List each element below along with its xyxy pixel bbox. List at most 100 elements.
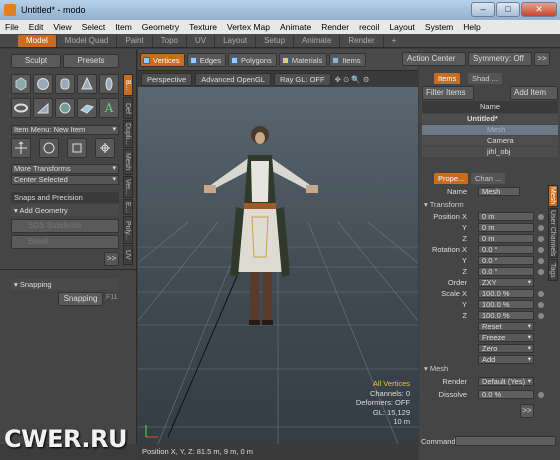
vtab-basic[interactable]: B... xyxy=(123,74,133,96)
expand-toolbox-button[interactable]: >> xyxy=(104,252,119,266)
position-y-keyframe-dot[interactable] xyxy=(538,225,544,231)
snaps-precision-header[interactable]: Snaps and Precision xyxy=(11,192,119,203)
menu-vertex-map[interactable]: Vertex Map xyxy=(222,22,275,32)
snapping-section-header[interactable]: ▾ Snapping xyxy=(11,279,119,290)
center-selected-dropdown[interactable]: Center Selected xyxy=(11,175,119,185)
tab-channels[interactable]: Chan ... xyxy=(471,173,506,184)
sphere-primitive-icon[interactable] xyxy=(33,74,53,94)
menu-select[interactable]: Select xyxy=(77,22,111,32)
edges-mode-button[interactable]: Edges xyxy=(186,52,226,67)
menu-texture[interactable]: Texture xyxy=(184,22,222,32)
scale-y-keyframe-dot[interactable] xyxy=(538,302,544,308)
scale-x-keyframe-dot[interactable] xyxy=(538,291,544,297)
text-primitive-icon[interactable]: A xyxy=(99,98,119,118)
position-x-field[interactable]: 0 m xyxy=(478,212,534,221)
cylinder-primitive-icon[interactable] xyxy=(55,74,75,94)
item-row-mesh[interactable]: Mesh xyxy=(422,125,558,135)
item-row-object[interactable]: jihl_obj xyxy=(422,147,558,157)
maximize-button[interactable]: □ xyxy=(496,2,520,17)
tab-properties[interactable]: Prope... xyxy=(434,173,469,184)
dissolve-keyframe-dot[interactable] xyxy=(538,392,544,398)
item-name-field[interactable]: Mesh xyxy=(478,187,520,196)
position-y-field[interactable]: 0 m xyxy=(478,223,534,232)
scale-z-field[interactable]: 100.0 % xyxy=(478,311,534,320)
polygons-mode-button[interactable]: Polygons xyxy=(227,52,277,67)
reset-button[interactable]: Reset xyxy=(478,322,534,331)
vtab-deform[interactable]: Def xyxy=(123,97,133,119)
expand-top-button[interactable]: >> xyxy=(534,52,550,66)
action-center-dropdown[interactable]: Action Center xyxy=(402,52,466,66)
tab-uv[interactable]: UV xyxy=(187,34,216,47)
items-mode-button[interactable]: Items xyxy=(329,52,366,67)
viewport-nav-icons[interactable]: ✥ ⊙ 🔍 ⚙ xyxy=(335,75,370,84)
menu-geometry[interactable]: Geometry xyxy=(137,22,184,32)
add-item-dropdown[interactable]: Add Item xyxy=(510,86,558,100)
rotation-x-keyframe-dot[interactable] xyxy=(538,247,544,253)
rotation-order-dropdown[interactable]: ZXY xyxy=(478,278,534,287)
torus-primitive-icon[interactable] xyxy=(11,98,31,118)
character-model[interactable] xyxy=(204,126,318,325)
tab-animate[interactable]: Animate xyxy=(294,34,341,47)
freeze-button[interactable]: Freeze xyxy=(478,333,534,342)
vtab-uv[interactable]: UV xyxy=(123,245,133,265)
tab-shader-tree[interactable]: Shad ... xyxy=(468,73,502,84)
position-z-keyframe-dot[interactable] xyxy=(538,236,544,242)
vtab-polygon[interactable]: Poly... xyxy=(123,216,133,244)
more-transforms-dropdown[interactable]: More Transforms xyxy=(11,164,119,174)
presets-button[interactable]: Presets xyxy=(63,54,119,68)
cone-primitive-icon[interactable] xyxy=(77,74,97,94)
add-geometry-header[interactable]: ▾ Add Geometry xyxy=(11,205,119,216)
tab-model[interactable]: Model xyxy=(18,34,57,47)
tab-layout[interactable]: Layout xyxy=(215,34,257,47)
rotation-z-keyframe-dot[interactable] xyxy=(538,269,544,275)
tab-topo[interactable]: Topo xyxy=(153,34,187,47)
rotate-tool-icon[interactable] xyxy=(39,138,59,158)
add-tab-button[interactable]: + xyxy=(384,35,405,47)
add-transform-button[interactable]: Add xyxy=(478,355,534,364)
rotation-y-field[interactable]: 0.0 ° xyxy=(478,256,534,265)
menu-file[interactable]: File xyxy=(0,22,24,32)
vtab-vertex[interactable]: Ver... xyxy=(123,176,133,198)
rotation-y-keyframe-dot[interactable] xyxy=(538,258,544,264)
plane-primitive-icon[interactable] xyxy=(77,98,97,118)
snapping-toggle-button[interactable]: Snapping xyxy=(58,292,103,306)
symmetry-dropdown[interactable]: Symmetry: Off xyxy=(468,52,532,66)
zero-button[interactable]: Zero xyxy=(478,344,534,353)
3d-viewport[interactable]: All Vertices Channels: 0 Deformers: OFF … xyxy=(138,87,418,444)
bevel-button[interactable]: Bevel xyxy=(11,235,119,249)
toroid-primitive-icon[interactable] xyxy=(55,98,75,118)
vtab-user-channels[interactable]: User Channels xyxy=(548,208,558,258)
command-input[interactable] xyxy=(455,436,556,446)
vtab-mesh-properties[interactable]: Mesh xyxy=(548,185,558,207)
minimize-button[interactable]: – xyxy=(471,2,495,17)
menu-recoil[interactable]: recoil xyxy=(354,22,384,32)
expand-properties-button[interactable]: >> xyxy=(520,404,534,418)
transform-section-header[interactable]: ▾ Transform xyxy=(424,200,544,210)
capsule-primitive-icon[interactable] xyxy=(99,74,119,94)
menu-layout[interactable]: Layout xyxy=(384,22,420,32)
materials-mode-button[interactable]: Materials xyxy=(278,52,328,67)
menu-system[interactable]: System xyxy=(420,22,458,32)
menu-help[interactable]: Help xyxy=(458,22,485,32)
wedge-primitive-icon[interactable] xyxy=(33,98,53,118)
mesh-section-header[interactable]: ▾ Mesh xyxy=(424,364,544,374)
sculpt-button[interactable]: Sculpt xyxy=(11,54,61,68)
filter-items-dropdown[interactable]: Filter Items xyxy=(422,86,474,100)
scale-y-field[interactable]: 100.0 % xyxy=(478,300,534,309)
vtab-tags[interactable]: Tags xyxy=(548,259,558,281)
menu-item[interactable]: Item xyxy=(110,22,137,32)
tab-setup[interactable]: Setup xyxy=(256,34,295,47)
item-row-scene[interactable]: Untitled* xyxy=(422,114,558,124)
menu-render[interactable]: Render xyxy=(316,22,354,32)
camera-view-dropdown[interactable]: Perspective xyxy=(141,72,193,86)
vtab-mesh[interactable]: Mesh xyxy=(123,149,133,175)
menu-edit[interactable]: Edit xyxy=(24,22,49,32)
tab-render[interactable]: Render xyxy=(340,34,384,47)
tab-model-quad[interactable]: Model Quad xyxy=(57,34,118,47)
tab-items[interactable]: Items xyxy=(434,73,461,84)
menu-view[interactable]: View xyxy=(48,22,76,32)
scale-x-field[interactable]: 100.0 % xyxy=(478,289,534,298)
scale-z-keyframe-dot[interactable] xyxy=(538,313,544,319)
item-row-camera[interactable]: Camera xyxy=(422,136,558,146)
vtab-edge[interactable]: E... xyxy=(123,199,133,215)
